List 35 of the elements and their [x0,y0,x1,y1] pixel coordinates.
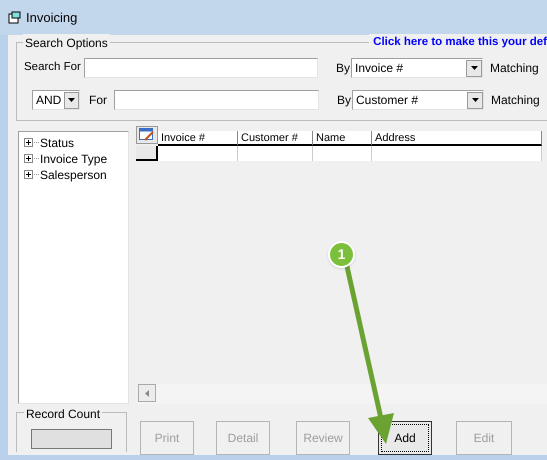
row-header [136,146,158,161]
grid-cell [313,146,372,161]
dropdown[interactable]: AND [32,90,80,110]
tree-item[interactable]: Invoice Type [19,150,128,167]
matching-label: Matching [490,60,539,77]
dropdown[interactable]: Invoice # [351,58,483,78]
by-label: By [336,60,351,77]
column-header[interactable]: Invoice # [158,130,238,146]
app-icon [8,11,22,24]
dropdown-value: Invoice # [354,60,404,77]
scroll-left-icon[interactable] [138,384,156,402]
expand-icon[interactable] [24,138,33,148]
matching-label: Matching [491,92,540,109]
expand-icon[interactable] [24,154,33,164]
dropdown-value: Customer # [355,92,420,109]
dropdown-value: AND [35,92,62,109]
column-header[interactable]: Name [313,130,372,146]
tree-item[interactable]: Salesperson [19,166,128,183]
field-label: Search For [24,60,82,76]
search-input-field[interactable] [84,58,318,78]
tree-connector-line [34,142,39,144]
dropdown[interactable]: Customer # [352,90,484,110]
column-header[interactable]: Address [372,130,542,146]
column-header[interactable]: Customer # [238,130,313,146]
by-label: By [337,92,352,109]
field-label: For [89,92,108,109]
search-input-field[interactable] [114,90,319,110]
window-title: Invoicing [26,8,78,27]
horizontal-scrollbar[interactable] [138,384,547,404]
group-title: Search Options [23,34,110,52]
expand-icon[interactable] [24,170,33,180]
tree-connector-line [34,174,39,176]
tree-connector-line [34,158,39,160]
tree-item[interactable]: Status [19,134,128,151]
grid-edit-icon[interactable] [136,126,158,144]
